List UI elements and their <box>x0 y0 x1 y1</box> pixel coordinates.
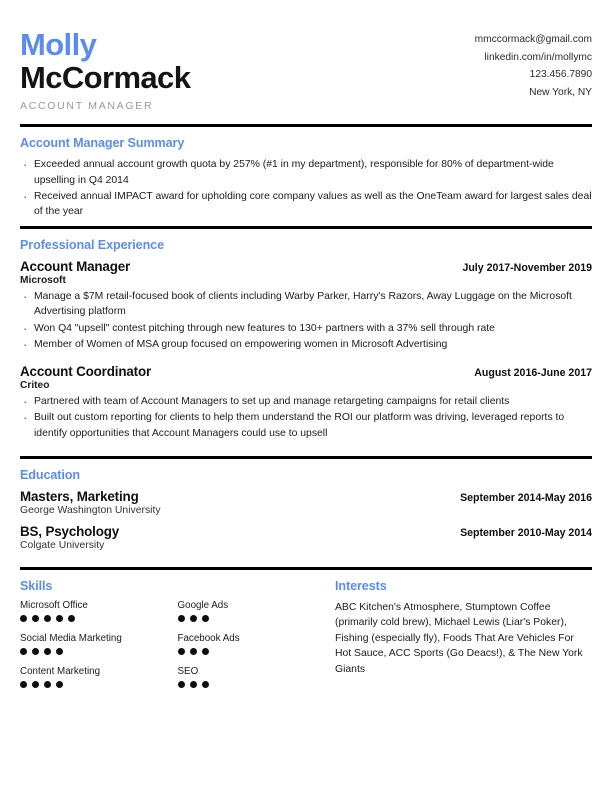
rating-dot-icon <box>177 647 185 655</box>
job-bullet-list: Manage a $7M retail-focused book of clie… <box>20 288 592 354</box>
skill-label: Social Media Marketing <box>20 632 122 644</box>
rating-dot-icon <box>20 647 27 655</box>
list-item: Built out custom reporting for clients t… <box>20 409 592 441</box>
contact-phone[interactable]: 123.456.7890 <box>475 66 592 84</box>
job-date: July 2017-November 2019 <box>462 261 592 274</box>
skill-item: Content Marketing <box>20 666 178 688</box>
contact-location: New York, NY <box>529 86 592 98</box>
first-name: Molly <box>20 27 97 62</box>
rating-dot-icon <box>20 614 27 622</box>
rating-dot-icon <box>201 680 209 688</box>
entry-header: Masters, Marketing September 2014-May 20… <box>20 489 592 504</box>
skill-item: SEO <box>177 665 336 688</box>
list-item: Member of Women of MSA group focused on … <box>20 336 592 354</box>
entry-header: Account Coordinator August 2016-June 201… <box>20 364 592 379</box>
rating-dot-icon <box>201 647 209 655</box>
rating-dot-icon <box>20 680 27 688</box>
list-item: Manage a $7M retail-focused book of clie… <box>20 288 592 320</box>
degree-name: BS, Psychology <box>20 523 120 539</box>
skill-rating-dots <box>177 647 336 655</box>
list-item: Received annual IMPACT award for upholdi… <box>20 188 592 220</box>
skill-rating-dots <box>20 614 178 622</box>
rating-dot-icon <box>32 614 39 622</box>
list-item: Won Q4 "upsell" contest pitching through… <box>20 320 592 338</box>
section-skills-interests: Skills Microsoft Office Google Ads Social … <box>20 570 592 699</box>
skill-label: Facebook Ads <box>177 632 240 644</box>
rating-dot-icon <box>56 647 63 655</box>
section-education: Education Masters, Marketing September 2… <box>20 459 592 551</box>
list-item: Partnered with team of Account Managers … <box>20 393 592 411</box>
school-name: George Washington University <box>20 504 161 516</box>
summary-title: Account Manager Summary <box>20 135 185 150</box>
interests-column: Interests ABC Kitchen's Atmosphere, Stum… <box>335 579 592 699</box>
skill-rating-dots <box>20 647 178 655</box>
rating-dot-icon <box>189 680 197 688</box>
rating-dot-icon <box>177 614 185 622</box>
skill-label: Content Marketing <box>20 665 101 677</box>
identity-block: Molly McCormack ACCOUNT MANAGER <box>20 26 191 112</box>
degree-name: Masters, Marketing <box>20 488 139 504</box>
entry-header: Account Manager July 2017-November 2019 <box>20 259 592 274</box>
job-role: Account Manager <box>20 258 131 274</box>
skill-item: Facebook Ads <box>177 632 336 655</box>
skills-grid: Microsoft Office Google Ads Social Media M… <box>20 600 335 699</box>
education-entry: Masters, Marketing September 2014-May 20… <box>20 489 592 516</box>
interests-text: ABC Kitchen's Atmosphere, Stumptown Coff… <box>335 601 583 676</box>
job-role: Account Coordinator <box>20 364 152 380</box>
experience-entry: Account Manager July 2017-November 2019 … <box>20 259 592 354</box>
rating-dot-icon <box>68 614 75 622</box>
list-item: Exceeded annual account growth quota by … <box>20 156 592 188</box>
contact-linkedin[interactable]: linkedin.com/in/mollymc <box>475 49 592 67</box>
rating-dot-icon <box>44 614 51 622</box>
job-company: Criteo <box>20 380 50 392</box>
section-experience: Professional Experience Account Manager … <box>20 229 592 442</box>
section-summary: Account Manager Summary Exceeded annual … <box>20 127 592 220</box>
contact-email[interactable]: mmccormack@gmail.com <box>475 31 592 49</box>
contact-block: mmccormack@gmail.com linkedin.com/in/mol… <box>475 26 592 102</box>
rating-dot-icon <box>44 647 51 655</box>
experience-entry: Account Coordinator August 2016-June 201… <box>20 364 592 441</box>
rating-dot-icon <box>189 614 197 622</box>
education-entry: BS, Psychology September 2010-May 2014 C… <box>20 524 592 551</box>
resume-page: Molly McCormack ACCOUNT MANAGER mmccorma… <box>0 0 612 792</box>
experience-title: Professional Experience <box>20 237 164 252</box>
job-date: August 2016-June 2017 <box>474 367 592 380</box>
rating-dot-icon <box>56 680 63 688</box>
interests-title: Interests <box>335 578 387 593</box>
rating-dot-icon <box>44 680 51 688</box>
rating-dot-icon <box>189 647 197 655</box>
skills-title: Skills <box>20 578 53 593</box>
skills-column: Skills Microsoft Office Google Ads Social … <box>20 579 335 699</box>
resume-header: Molly McCormack ACCOUNT MANAGER mmccorma… <box>20 26 592 118</box>
degree-date: September 2010-May 2014 <box>460 526 592 539</box>
skill-item: Social Media Marketing <box>20 633 178 655</box>
degree-date: September 2014-May 2016 <box>460 491 592 504</box>
education-title: Education <box>20 467 80 482</box>
school-name: Colgate University <box>20 539 105 551</box>
job-title: ACCOUNT MANAGER <box>20 99 154 112</box>
job-bullet-list: Partnered with team of Account Managers … <box>20 393 592 441</box>
skill-label: Google Ads <box>177 599 229 611</box>
summary-bullet-list: Exceeded annual account growth quota by … <box>20 156 592 220</box>
rating-dot-icon <box>32 680 39 688</box>
last-name: McCormack <box>20 60 191 96</box>
skill-item: Google Ads <box>177 599 336 622</box>
rating-dot-icon <box>177 680 185 688</box>
skill-rating-dots <box>20 680 178 688</box>
skill-rating-dots <box>177 680 336 688</box>
rating-dot-icon <box>56 614 63 622</box>
skill-item: Microsoft Office <box>20 600 178 622</box>
job-company: Microsoft <box>20 274 66 286</box>
skill-label: Microsoft Office <box>20 599 88 611</box>
rating-dot-icon <box>32 647 39 655</box>
skill-rating-dots <box>177 614 336 622</box>
entry-header: BS, Psychology September 2010-May 2014 <box>20 524 592 539</box>
rating-dot-icon <box>201 614 209 622</box>
skill-label: SEO <box>177 665 199 677</box>
